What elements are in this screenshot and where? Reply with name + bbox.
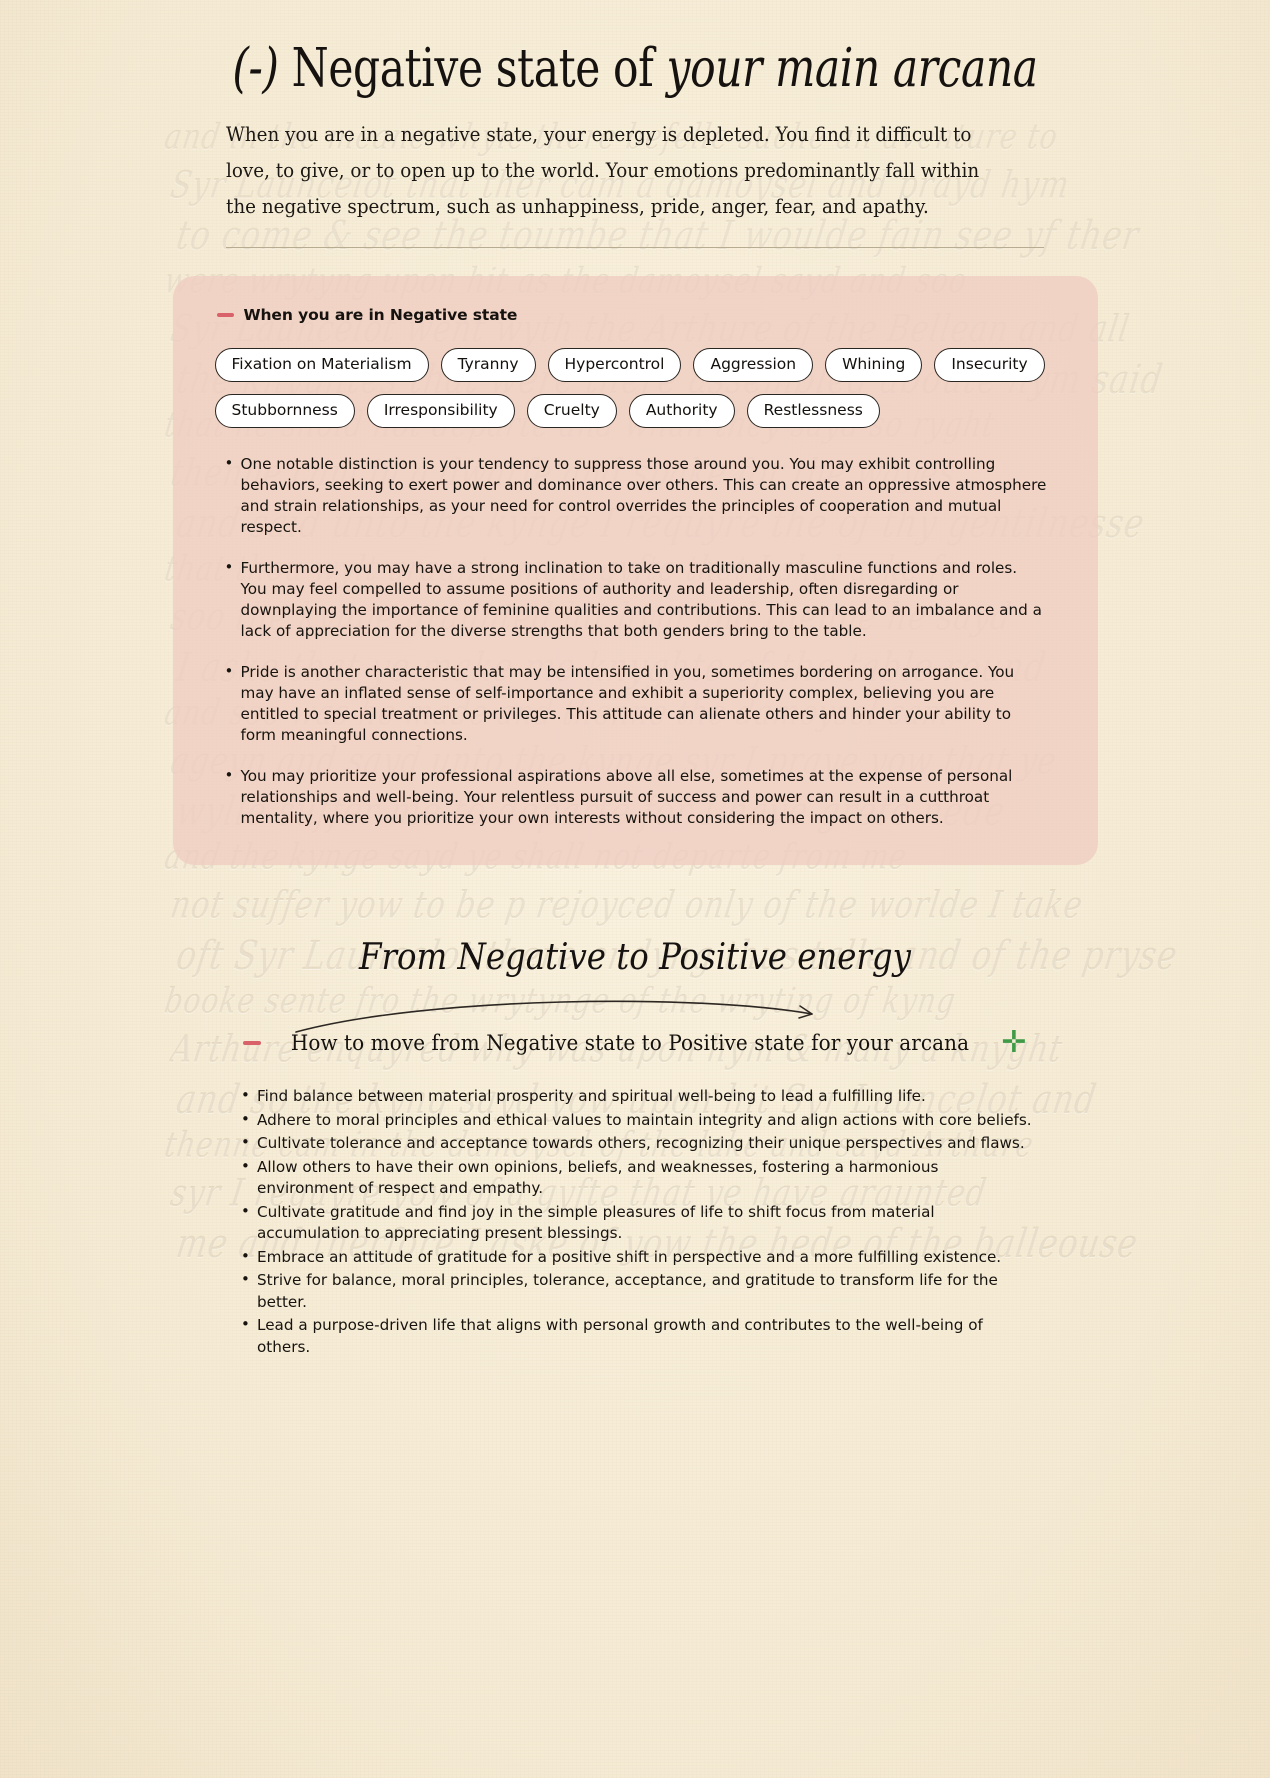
negative-state-card: When you are in Negative state Fixation … (172, 276, 1098, 866)
positive-action-item: Allow others to have their own opinions,… (235, 1156, 1035, 1200)
trait-tag[interactable]: Cruelty (526, 394, 617, 429)
trait-tag-row-2: Stubbornness Irresponsibility Cruelty Autho… (214, 394, 1072, 429)
negative-trait-tags: Fixation on Materialism Tyranny Hypercontr… (199, 348, 1072, 429)
trait-tag[interactable]: Irresponsibility (366, 394, 515, 429)
positive-action-item: Strive for balance, moral principles, to… (235, 1269, 1035, 1313)
positive-action-item: Adhere to moral principles and ethical v… (235, 1109, 1035, 1132)
trait-tag-row-1: Fixation on Materialism Tyranny Hypercontr… (214, 348, 1072, 383)
positive-action-item: Cultivate gratitude and find joy in the … (235, 1201, 1035, 1245)
positive-action-item: Find balance between material prosperity… (235, 1085, 1035, 1108)
negative-card-header: When you are in Negative state (199, 306, 1072, 324)
document-page: (-) Negative state of your main arcana W… (0, 0, 1270, 1358)
negative-trait-item: You may prioritize your professional asp… (221, 765, 1048, 829)
transition-title: From Negative to Positive energy (359, 937, 911, 979)
positive-action-item: Lead a purpose-driven life that aligns w… (235, 1314, 1035, 1358)
negative-trait-item: Pride is another characteristic that may… (221, 661, 1048, 746)
positive-action-item: Embrace an attitude of gratitude for a p… (235, 1246, 1035, 1269)
trait-tag[interactable]: Hypercontrol (547, 348, 682, 383)
curved-arrow-icon (0, 988, 1270, 1034)
title-emphasis: your main arcana (666, 38, 1039, 99)
section-divider (226, 247, 1044, 248)
howto-label: How to move from Negative state to Posit… (291, 1031, 970, 1056)
negative-trait-item: Furthermore, you may have a strong incli… (221, 557, 1048, 642)
positive-actions-list: Find balance between material prosperity… (235, 1085, 1035, 1358)
negative-card-title: When you are in Negative state (243, 306, 518, 324)
title-lead: Negative state of (278, 38, 667, 99)
trait-tag[interactable]: Tyranny (440, 348, 536, 383)
trait-tag[interactable]: Whining (825, 348, 923, 383)
page-title: (-) Negative state of your main arcana (127, 0, 1143, 99)
trait-tag[interactable]: Authority (628, 394, 735, 429)
trait-tag[interactable]: Aggression (693, 348, 814, 383)
intro-paragraph: When you are in a negative state, your e… (226, 123, 980, 218)
trait-tag[interactable]: Restlessness (746, 394, 880, 429)
dash-icon (216, 313, 234, 317)
positive-action-item: Cultivate tolerance and acceptance towar… (235, 1132, 1035, 1155)
trait-tag[interactable]: Fixation on Materialism (214, 348, 429, 383)
title-negative-sign: (-) (232, 38, 279, 99)
trait-tag[interactable]: Stubbornness (214, 394, 355, 429)
negative-traits-list: One notable distinction is your tendency… (199, 453, 1072, 829)
negative-trait-item: One notable distinction is your tendency… (221, 453, 1048, 538)
transition-section: From Negative to Positive energy How to … (0, 937, 1270, 1358)
trait-tag[interactable]: Insecurity (934, 348, 1045, 383)
